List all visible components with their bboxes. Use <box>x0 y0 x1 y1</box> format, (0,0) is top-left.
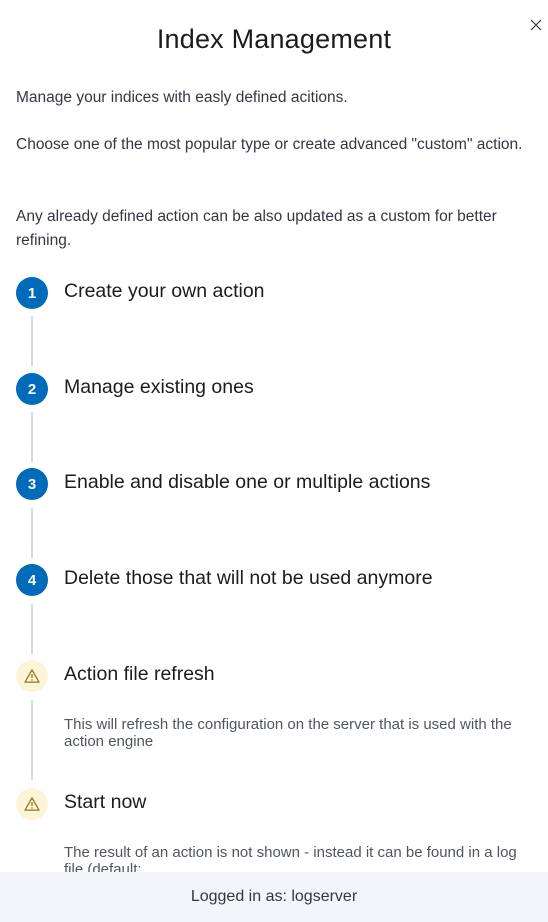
step-connector <box>31 700 33 780</box>
step-title: Manage existing ones <box>64 376 254 398</box>
step-title: Start now <box>64 791 147 813</box>
warning-icon <box>16 660 48 692</box>
step-number-badge: 4 <box>16 564 48 596</box>
step-number-badge: 3 <box>16 468 48 500</box>
step-number-badge: 1 <box>16 277 48 309</box>
page-title: Index Management <box>156 24 392 54</box>
intro-text-3: Any already defined action can be also u… <box>16 208 497 249</box>
step-title: Create your own action <box>64 280 265 302</box>
logged-in-text: Logged in as: logserver <box>190 888 358 905</box>
step-manage-existing: 2 Manage existing ones <box>16 373 536 413</box>
footer-bar: Logged in as: logserver <box>0 872 548 922</box>
step-number-badge: 2 <box>16 373 48 405</box>
warning-icon <box>16 788 48 820</box>
step-description: This will refresh the configuration on t… <box>64 716 512 750</box>
step-action-file-refresh: Action file refresh <box>16 660 536 700</box>
index-management-flyout: Index Management Manage your indices wit… <box>0 0 548 922</box>
step-title: Delete those that will not be used anymo… <box>64 567 433 589</box>
intro-text-2: Choose one of the most popular type or c… <box>16 136 523 153</box>
step-connector <box>31 316 33 366</box>
step-connector <box>31 412 33 462</box>
step-enable-disable: 3 Enable and disable one or multiple act… <box>16 468 536 508</box>
step-connector <box>31 604 33 654</box>
step-title: Enable and disable one or multiple actio… <box>64 471 431 493</box>
intro-text-1: Manage your indices with easly defined a… <box>16 89 348 106</box>
step-delete-unused: 4 Delete those that will not be used any… <box>16 564 536 604</box>
step-create-action: 1 Create your own action <box>16 277 536 317</box>
step-start-now: Start now <box>16 788 536 828</box>
step-title: Action file refresh <box>64 663 215 685</box>
step-connector <box>31 508 33 558</box>
